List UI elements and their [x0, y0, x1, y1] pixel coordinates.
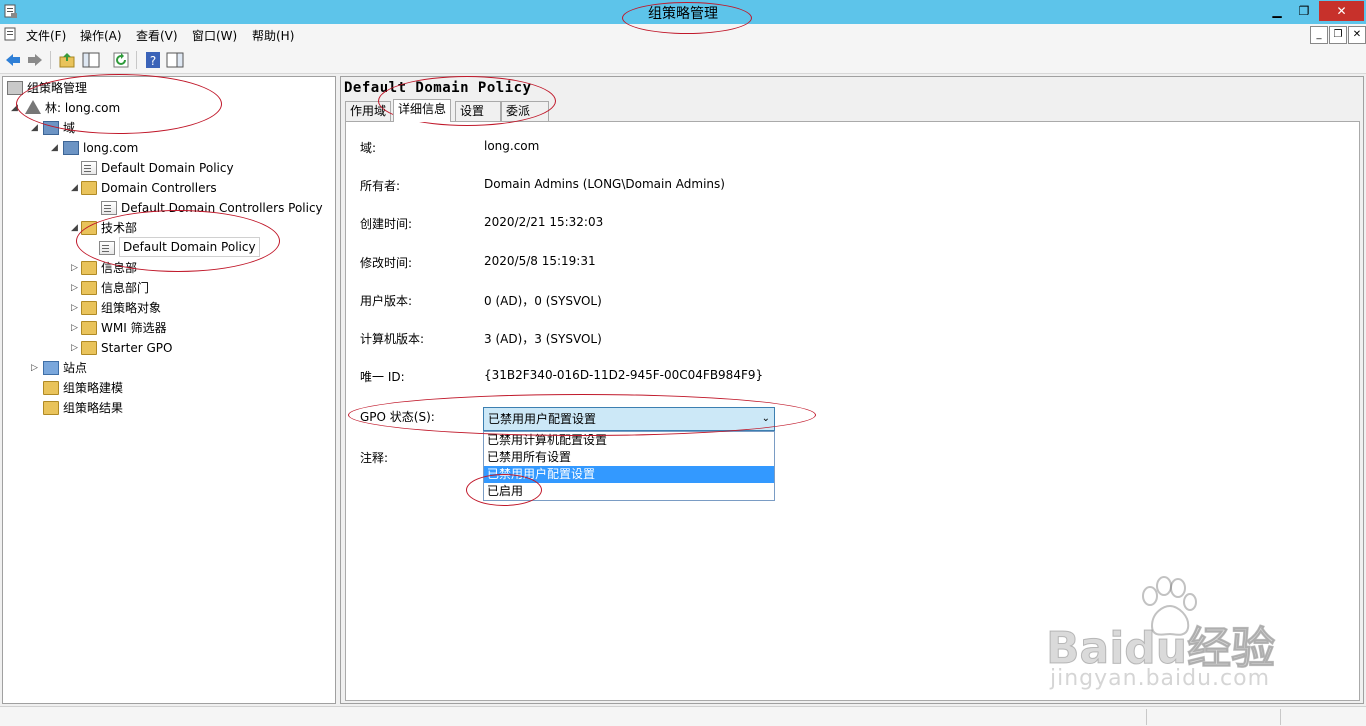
- expand-arrow-icon[interactable]: ▷: [71, 318, 81, 338]
- domains-folder-icon: [43, 121, 59, 135]
- window-title: 组策略管理: [648, 6, 718, 22]
- tab-scope[interactable]: 作用域: [345, 101, 392, 121]
- comment-label: 注释:: [360, 451, 389, 465]
- minimize-button[interactable]: ▁: [1264, 1, 1290, 21]
- menu-help[interactable]: 帮助(H): [252, 27, 294, 44]
- status-separator: [1146, 709, 1147, 725]
- option-disable-user[interactable]: 已禁用用户配置设置: [484, 466, 774, 483]
- chevron-down-icon[interactable]: ⌄: [762, 408, 770, 430]
- tab-details[interactable]: 详细信息: [393, 99, 452, 122]
- show-action-pane-icon[interactable]: [166, 51, 184, 69]
- starter-gpo-folder-icon: [81, 341, 97, 355]
- domain-value: long.com: [484, 139, 540, 153]
- user-version-value: 0 (AD)，0 (SYSVOL): [484, 294, 602, 308]
- ou-folder-icon: [81, 281, 97, 295]
- wmi-folder-icon: [81, 321, 97, 335]
- ou-folder-icon: [81, 261, 97, 275]
- toolbar-separator: [136, 51, 137, 69]
- title-bar: 组策略管理 ▁ ❐ ✕: [0, 0, 1366, 24]
- expand-arrow-icon[interactable]: ▷: [71, 338, 81, 358]
- gpo-status-select[interactable]: 已禁用用户配置设置 ⌄: [483, 407, 775, 431]
- menu-window[interactable]: 窗口(W): [192, 27, 237, 44]
- expand-arrow-icon[interactable]: ▷: [31, 358, 41, 378]
- up-folder-icon[interactable]: [58, 51, 76, 69]
- computer-version-value: 3 (AD)，3 (SYSVOL): [484, 332, 602, 346]
- owner-label: 所有者:: [360, 179, 401, 193]
- computer-version-label: 计算机版本:: [360, 332, 425, 346]
- expand-arrow-icon[interactable]: ▷: [71, 278, 81, 298]
- help-icon[interactable]: ?: [144, 51, 162, 69]
- status-bar: [0, 706, 1366, 726]
- owner-value: Domain Admins (LONG\Domain Admins): [484, 177, 725, 191]
- option-enabled[interactable]: 已启用: [484, 483, 774, 500]
- child-restore-button[interactable]: ❐: [1329, 26, 1347, 44]
- console-tree[interactable]: 组策略管理 ◢ 林: long.com ◢ 域 ◢ long.com Defau…: [2, 76, 336, 704]
- collapse-arrow-icon[interactable]: ◢: [51, 138, 61, 158]
- domain-icon: [63, 141, 79, 155]
- child-close-button[interactable]: ✕: [1348, 26, 1366, 44]
- restore-button[interactable]: ❐: [1291, 1, 1317, 21]
- baidu-watermark: Baidu经验 jingyan.baidu.com: [1045, 576, 1346, 698]
- ou-folder-icon: [81, 181, 97, 195]
- gpmc-console-icon: [7, 81, 23, 95]
- gpo-status-dropdown: 已禁用计算机配置设置 已禁用所有设置 已禁用用户配置设置 已启用: [483, 431, 775, 501]
- gpo-status-label: GPO 状态(S):: [360, 410, 435, 424]
- back-arrow-icon[interactable]: [4, 51, 22, 69]
- toolbar: ?: [0, 46, 1366, 74]
- user-version-label: 用户版本:: [360, 294, 413, 308]
- close-button[interactable]: ✕: [1319, 1, 1364, 21]
- option-disable-computer[interactable]: 已禁用计算机配置设置: [484, 432, 774, 449]
- unique-id-label: 唯一 ID:: [360, 370, 405, 384]
- status-separator: [1280, 709, 1281, 725]
- modified-value: 2020/5/8 15:19:31: [484, 254, 596, 268]
- menu-action[interactable]: 操作(A): [80, 27, 122, 44]
- created-label: 创建时间:: [360, 217, 413, 231]
- created-value: 2020/2/21 15:32:03: [484, 215, 604, 229]
- tab-settings[interactable]: 设置: [455, 101, 501, 121]
- forward-arrow-icon[interactable]: [26, 51, 44, 69]
- modified-label: 修改时间:: [360, 256, 413, 270]
- svg-text:?: ?: [150, 54, 156, 68]
- show-hide-tree-icon[interactable]: [82, 51, 100, 69]
- expand-arrow-icon[interactable]: ▷: [71, 298, 81, 318]
- menu-file[interactable]: 文件(F): [26, 27, 66, 44]
- gpo-title: Default Domain Policy: [344, 80, 532, 96]
- gpo-link-icon: [81, 161, 97, 175]
- modeling-icon: [43, 381, 59, 395]
- expand-arrow-icon[interactable]: ▷: [71, 258, 81, 278]
- domain-label: 域:: [360, 141, 377, 155]
- child-minimize-button[interactable]: _: [1310, 26, 1328, 44]
- gpo-status-selected: 已禁用用户配置设置: [488, 412, 597, 426]
- collapse-arrow-icon[interactable]: ◢: [71, 218, 81, 238]
- tab-delegation[interactable]: 委派: [501, 101, 549, 121]
- collapse-arrow-icon[interactable]: ◢: [31, 118, 41, 138]
- refresh-icon[interactable]: [112, 51, 130, 69]
- sites-icon: [43, 361, 59, 375]
- menu-bar: 文件(F) 操作(A) 查看(V) 窗口(W) 帮助(H) _ ❐ ✕: [0, 24, 1366, 46]
- console-icon[interactable]: [4, 27, 18, 42]
- collapse-arrow-icon[interactable]: ◢: [11, 98, 21, 118]
- gpo-folder-icon: [81, 301, 97, 315]
- gpo-link-icon: [101, 201, 117, 215]
- watermark-url: jingyan.baidu.com: [1050, 666, 1271, 691]
- collapse-arrow-icon[interactable]: ◢: [71, 178, 81, 198]
- gpo-link-icon: [99, 241, 115, 255]
- results-icon: [43, 401, 59, 415]
- toolbar-separator: [50, 51, 51, 69]
- option-disable-all[interactable]: 已禁用所有设置: [484, 449, 774, 466]
- forest-icon: [25, 100, 41, 114]
- menu-view[interactable]: 查看(V): [136, 27, 178, 44]
- ou-folder-icon: [81, 221, 97, 235]
- unique-id-value: {31B2F340-016D-11D2-945F-00C04FB984F9}: [484, 368, 764, 382]
